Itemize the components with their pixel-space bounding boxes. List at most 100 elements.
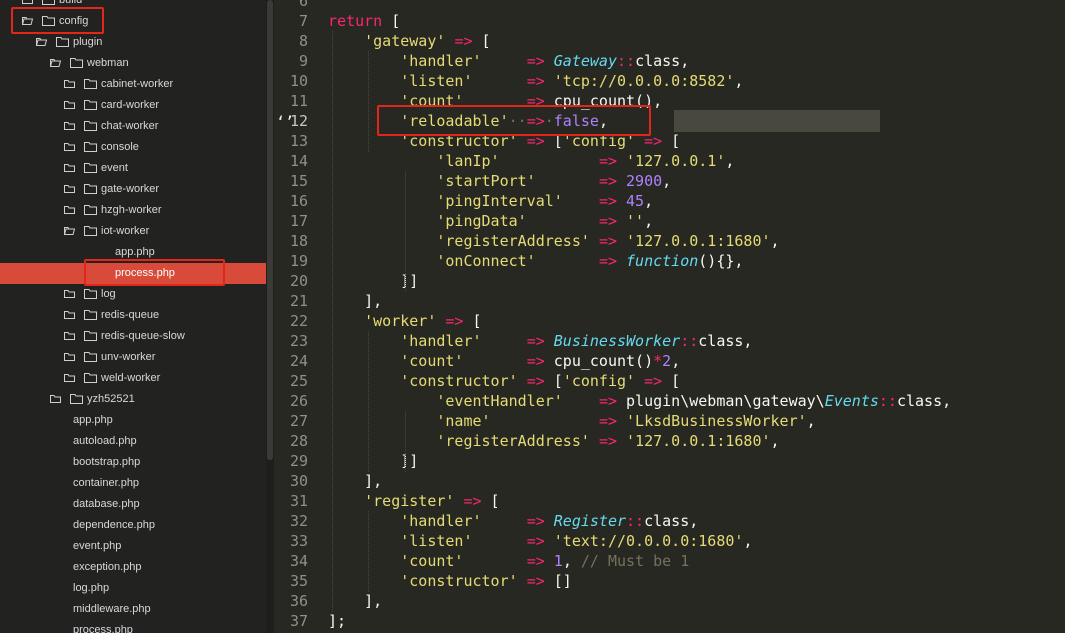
tree-file[interactable]: database.php <box>0 494 266 515</box>
code-editor[interactable]: ‘’ 6 7 return [8 'gateway' => [9 'handler'… <box>274 0 1065 633</box>
code-line[interactable]: 13 'constructor' => ['config' => [ <box>274 131 1065 151</box>
folder-icon <box>56 37 69 47</box>
tree-item-label: app.php <box>115 246 155 258</box>
code-line[interactable]: 33 'listen' => 'text://0.0.0.0:1680', <box>274 531 1065 551</box>
tree-file[interactable]: app.php <box>0 242 266 263</box>
sidebar-scrollbar-thumb[interactable] <box>267 0 273 460</box>
tree-folder[interactable]: config <box>0 11 266 32</box>
tree-folder[interactable]: weld-worker <box>0 368 266 389</box>
code-line[interactable]: 19 'onConnect' => function(){}, <box>274 251 1065 271</box>
code-line[interactable]: 7 return [ <box>274 11 1065 31</box>
folder-closed-toggle-icon[interactable] <box>64 122 75 130</box>
tree-folder[interactable]: card-worker <box>0 95 266 116</box>
code-line[interactable]: 16 'pingInterval' => 45, <box>274 191 1065 211</box>
folder-closed-toggle-icon[interactable] <box>22 0 33 4</box>
folder-open-toggle-icon[interactable] <box>64 227 75 235</box>
code-token: => <box>598 212 617 230</box>
folder-closed-toggle-icon[interactable] <box>64 185 75 193</box>
code-line[interactable]: 29 ]] <box>274 451 1065 471</box>
code-line[interactable]: 17 'pingData' => '', <box>274 211 1065 231</box>
tree-folder[interactable]: chat-worker <box>0 116 266 137</box>
tree-file[interactable]: process.php <box>0 263 266 284</box>
tree-folder[interactable]: hzgh-worker <box>0 200 266 221</box>
code-line[interactable]: 22 'worker' => [ <box>274 311 1065 331</box>
folder-open-toggle-icon[interactable] <box>50 59 61 67</box>
code-line[interactable]: 37]; <box>274 611 1065 631</box>
code-line[interactable]: 20 ]] <box>274 271 1065 291</box>
code-line[interactable]: 6 <box>274 0 1065 11</box>
code-token: '' <box>626 212 645 230</box>
code-line[interactable]: 31 'register' => [ <box>274 491 1065 511</box>
code-line[interactable]: 14 'lanIp' => '127.0.0.1', <box>274 151 1065 171</box>
tree-file[interactable]: process.php <box>0 620 266 633</box>
tree-folder[interactable]: event <box>0 158 266 179</box>
folder-closed-toggle-icon[interactable] <box>64 101 75 109</box>
code-token: [ <box>463 312 482 330</box>
tree-folder[interactable]: build <box>0 0 266 11</box>
code-token: cpu_count() <box>544 352 654 370</box>
tree-file[interactable]: autoload.php <box>0 431 266 452</box>
code-line[interactable]: 18 'registerAddress' => '127.0.0.1:1680'… <box>274 231 1065 251</box>
code-line[interactable]: 9 'handler' => Gateway::class, <box>274 51 1065 71</box>
code-line[interactable]: 35 'constructor' => [] <box>274 571 1065 591</box>
line-number: 6 <box>298 0 308 10</box>
tree-folder[interactable]: console <box>0 137 266 158</box>
code-line[interactable]: 25 'constructor' => ['config' => [ <box>274 371 1065 391</box>
tree-folder[interactable]: cabinet-worker <box>0 74 266 95</box>
code-line[interactable]: 28 'registerAddress' => '127.0.0.1:1680'… <box>274 431 1065 451</box>
tree-file[interactable]: bootstrap.php <box>0 452 266 473</box>
folder-closed-toggle-icon[interactable] <box>64 143 75 151</box>
folder-closed-toggle-icon[interactable] <box>64 206 75 214</box>
code-line[interactable]: 21 ], <box>274 291 1065 311</box>
code-line[interactable]: 27 'name' => 'LksdBusinessWorker', <box>274 411 1065 431</box>
line-number: 35 <box>289 572 308 590</box>
tree-file[interactable]: app.php <box>0 410 266 431</box>
code-line[interactable]: 10 'listen' => 'tcp://0.0.0.0:8582', <box>274 71 1065 91</box>
folder-closed-toggle-icon[interactable] <box>64 164 75 172</box>
code-line[interactable]: 11 'count' => cpu_count(), <box>274 91 1065 111</box>
code-line[interactable]: 8 'gateway' => [ <box>274 31 1065 51</box>
folder-closed-toggle-icon[interactable] <box>50 395 61 403</box>
tree-folder[interactable]: unv-worker <box>0 347 266 368</box>
tree-item-label: autoload.php <box>73 435 137 447</box>
tree-folder[interactable]: redis-queue <box>0 305 266 326</box>
folder-closed-toggle-icon[interactable] <box>64 332 75 340</box>
folder-closed-toggle-icon[interactable] <box>64 290 75 298</box>
tree-folder[interactable]: plugin <box>0 32 266 53</box>
tree-item-label: config <box>59 15 89 27</box>
code-line[interactable]: 30 ], <box>274 471 1065 491</box>
tree-folder[interactable]: webman <box>0 53 266 74</box>
code-line[interactable]: 23 'handler' => BusinessWorker::class, <box>274 331 1065 351</box>
tree-folder[interactable]: gate-worker <box>0 179 266 200</box>
tree-file[interactable]: log.php <box>0 578 266 599</box>
code-line[interactable]: 26 'eventHandler' => plugin\webman\gatew… <box>274 391 1065 411</box>
line-code: ]; <box>328 611 346 631</box>
tree-file[interactable]: event.php <box>0 536 266 557</box>
folder-closed-toggle-icon[interactable] <box>64 353 75 361</box>
code-line[interactable]: 36 ], <box>274 591 1065 611</box>
tree-file[interactable]: dependence.php <box>0 515 266 536</box>
line-code: 'name' => 'LksdBusinessWorker', <box>328 411 815 431</box>
folder-closed-toggle-icon[interactable] <box>64 80 75 88</box>
indent-guide <box>368 511 369 592</box>
tree-folder[interactable]: yzh52521 <box>0 389 266 410</box>
code-line[interactable]: 24 'count' => cpu_count()*2, <box>274 351 1065 371</box>
code-line[interactable]: 15 'startPort' => 2900, <box>274 171 1065 191</box>
folder-closed-toggle-icon[interactable] <box>64 311 75 319</box>
tree-file[interactable]: middleware.php <box>0 599 266 620</box>
tree-file[interactable]: exception.php <box>0 557 266 578</box>
tree-folder[interactable]: redis-queue-slow <box>0 326 266 347</box>
folder-open-toggle-icon[interactable] <box>22 17 33 25</box>
folder-closed-toggle-icon[interactable] <box>64 374 75 382</box>
code-token: 2 <box>662 352 672 370</box>
tree-folder[interactable]: log <box>0 284 266 305</box>
tree-file[interactable]: container.php <box>0 473 266 494</box>
folder-open-toggle-icon[interactable] <box>36 38 47 46</box>
tree-folder[interactable]: iot-worker <box>0 221 266 242</box>
code-line[interactable]: 34 'count' => 1, // Must be 1 <box>274 551 1065 571</box>
code-line[interactable]: 32 'handler' => Register::class, <box>274 511 1065 531</box>
code-line[interactable]: 12 'reloadable'··=>·false, <box>274 111 1065 131</box>
